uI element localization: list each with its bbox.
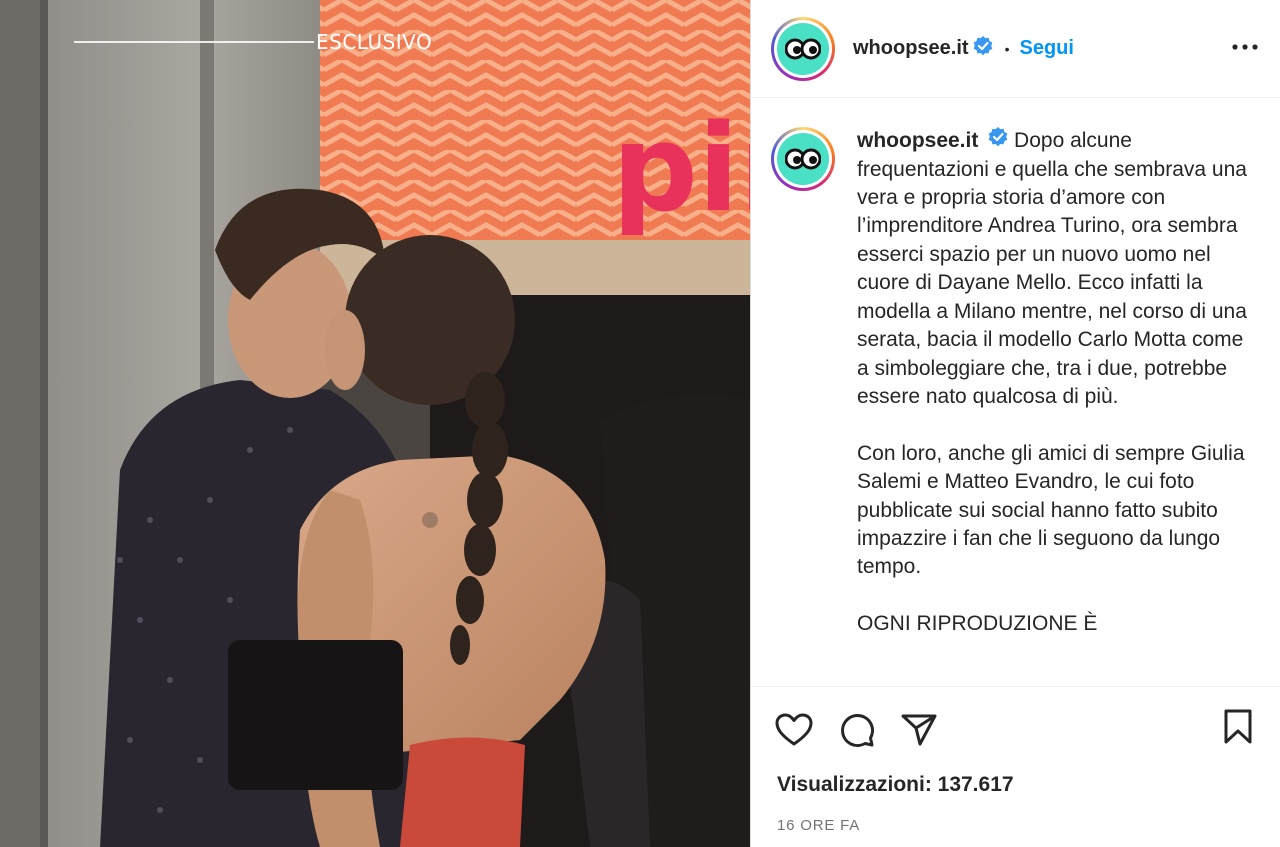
more-options-icon[interactable] [1232, 34, 1258, 65]
post-sidebar: whoopsee.it • Segui whoopsee.it Dopo alc… [750, 0, 1280, 847]
follow-button[interactable]: Segui [1019, 37, 1073, 60]
caption-row: whoopsee.it Dopo alcune frequentazioni e… [751, 99, 1280, 639]
caption-paragraph-2: Con loro, anche gli amici di sempre Giul… [857, 441, 1245, 579]
header-username[interactable]: whoopsee.it [853, 37, 969, 60]
caption-paragraph-1: Dopo alcune frequentazioni e quella che … [857, 129, 1247, 408]
exclusive-badge: ESCLUSIVO [74, 30, 432, 54]
caption-paragraph-3: OGNI RIPRODUZIONE È [857, 612, 1098, 636]
avatar[interactable] [771, 16, 835, 81]
post-media[interactable]: pin [0, 0, 750, 847]
post-actions: Visualizzazioni: 137.617 16 ORE FA [751, 686, 1280, 847]
googly-eyes-icon [777, 133, 829, 185]
bookmark-icon[interactable] [1223, 709, 1253, 750]
badge-text: ESCLUSIVO [316, 30, 433, 54]
heart-icon[interactable] [775, 713, 813, 747]
caption-area[interactable]: whoopsee.it Dopo alcune frequentazioni e… [751, 99, 1280, 686]
comment-icon[interactable] [839, 712, 875, 748]
post-timestamp[interactable]: 16 ORE FA [751, 797, 1280, 834]
action-bar [751, 687, 1280, 751]
verified-badge-icon [988, 127, 1008, 155]
caption-avatar[interactable] [771, 127, 835, 191]
caption-username[interactable]: whoopsee.it [857, 129, 978, 152]
badge-line [74, 41, 314, 43]
googly-eyes-icon [777, 22, 829, 75]
sign-text: pin [612, 100, 750, 239]
post-header: whoopsee.it • Segui [751, 0, 1280, 98]
caption-text: whoopsee.it Dopo alcune frequentazioni e… [857, 127, 1257, 639]
views-count[interactable]: Visualizzazioni: 137.617 [751, 751, 1280, 797]
verified-badge-icon [973, 36, 993, 61]
send-icon[interactable] [901, 713, 937, 747]
post-photo: pin [0, 0, 750, 847]
separator-dot: • [1004, 40, 1010, 57]
